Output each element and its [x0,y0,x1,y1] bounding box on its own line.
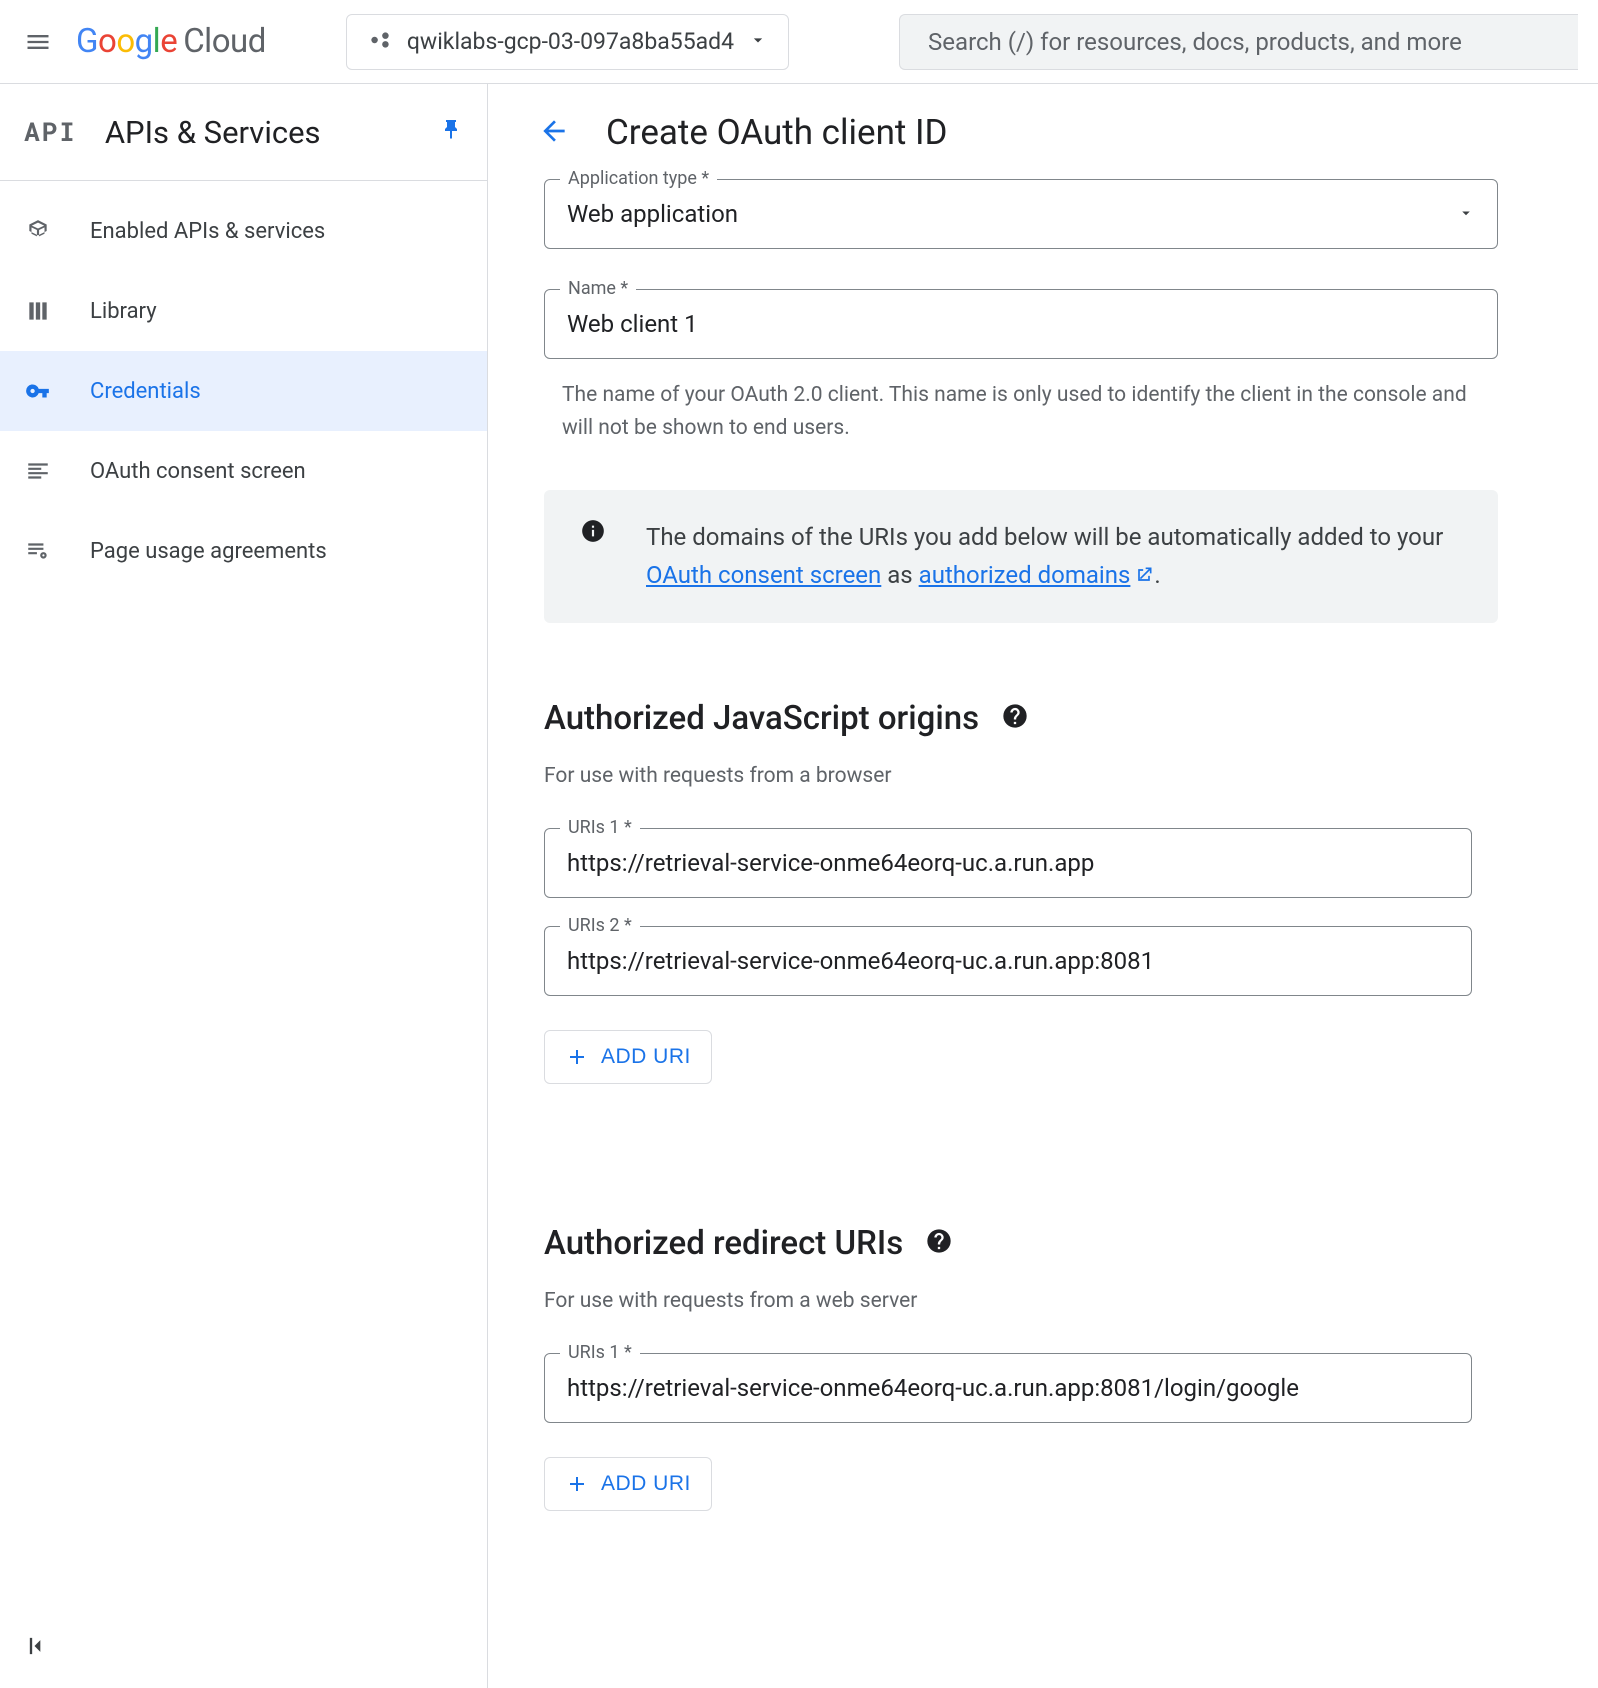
api-badge: API [24,115,77,149]
js-uri-2-field[interactable]: URIs 2 * https://retrieval-service-onme6… [544,926,1498,996]
content-header: Create OAuth client ID [488,84,1598,179]
hamburger-icon[interactable] [20,24,56,60]
application-type-field[interactable]: Application type * Web application [544,179,1498,249]
project-picker[interactable]: qwiklabs-gcp-03-097a8ba55ad4 [346,14,789,70]
back-arrow-icon[interactable] [538,115,570,151]
redirect-uri-1-field[interactable]: URIs 1 * https://retrieval-service-onme6… [544,1353,1498,1423]
info-icon [580,518,606,595]
sidebar-item-label: OAuth consent screen [90,459,306,484]
js-uri-1-label: URIs 1 * [560,817,640,838]
name-helper-text: The name of your OAuth 2.0 client. This … [544,369,1498,444]
redirect-sub: For use with requests from a web server [544,1289,1498,1313]
external-link-icon [1130,561,1154,589]
sidebar-title: APIs & Services [105,114,411,151]
search-placeholder: Search (/) for resources, docs, products… [928,28,1462,56]
google-cloud-logo[interactable]: GoogleCloud [76,22,266,61]
sidebar-item-page-usage[interactable]: Page usage agreements [0,511,487,591]
sidebar-item-label: Enabled APIs & services [90,219,325,244]
redirect-uri-1-label: URIs 1 * [560,1342,640,1363]
js-origins-heading: Authorized JavaScript origins [544,699,979,738]
add-js-uri-button[interactable]: ADD URI [544,1030,712,1084]
chevron-down-icon [748,30,768,54]
js-uri-2-value: https://retrieval-service-onme64eorq-uc.… [567,947,1154,975]
library-icon [24,298,52,324]
grid-icon [24,218,52,244]
sidebar-item-oauth-consent[interactable]: OAuth consent screen [0,431,487,511]
chevron-down-icon [1457,200,1475,228]
info-box: The domains of the URIs you add below wi… [544,490,1498,623]
js-origins-heading-row: Authorized JavaScript origins [544,699,1498,738]
pin-icon[interactable] [439,118,463,146]
sidebar-item-credentials[interactable]: Credentials [0,351,487,431]
settings-list-icon [24,538,52,564]
add-uri-label: ADD URI [601,1472,691,1496]
help-icon[interactable] [925,1227,953,1259]
sidebar-item-label: Credentials [90,379,201,404]
sidebar-item-label: Library [90,299,157,324]
add-uri-label: ADD URI [601,1045,691,1069]
js-origins-sub: For use with requests from a browser [544,764,1498,788]
topbar: GoogleCloud qwiklabs-gcp-03-097a8ba55ad4… [0,0,1598,84]
application-type-label: Application type * [560,168,717,189]
collapse-sidebar-button[interactable] [24,1632,52,1664]
js-uri-2-label: URIs 2 * [560,915,640,936]
info-text: The domains of the URIs you add below wi… [646,518,1462,595]
content: Create OAuth client ID Application type … [488,84,1598,1688]
application-type-value: Web application [567,200,738,228]
search-input[interactable]: Search (/) for resources, docs, products… [899,14,1578,70]
sidebar-item-library[interactable]: Library [0,271,487,351]
name-value: Web client 1 [567,310,698,338]
sidebar-item-label: Page usage agreements [90,539,327,564]
authorized-domains-link[interactable]: authorized domains [919,561,1155,589]
redirect-uri-1-value: https://retrieval-service-onme64eorq-uc.… [567,1374,1299,1402]
sidebar-header: API APIs & Services [0,84,487,181]
js-uri-1-value: https://retrieval-service-onme64eorq-uc.… [567,849,1094,877]
project-name: qwiklabs-gcp-03-097a8ba55ad4 [407,28,734,55]
name-label: Name * [560,278,636,299]
sidebar-item-enabled-apis[interactable]: Enabled APIs & services [0,191,487,271]
key-icon [24,378,52,404]
sidebar: API APIs & Services Enabled APIs & servi… [0,84,488,1688]
help-icon[interactable] [1001,702,1029,734]
consent-icon [24,458,52,484]
page-title: Create OAuth client ID [606,112,948,153]
redirect-heading-row: Authorized redirect URIs [544,1224,1498,1263]
sidebar-nav: Enabled APIs & services Library Credenti… [0,181,487,591]
form-area: Application type * Web application Name … [488,179,1548,1511]
project-icon [367,27,393,57]
redirect-heading: Authorized redirect URIs [544,1224,903,1263]
oauth-consent-link[interactable]: OAuth consent screen [646,561,881,589]
add-redirect-uri-button[interactable]: ADD URI [544,1457,712,1511]
js-uri-1-field[interactable]: URIs 1 * https://retrieval-service-onme6… [544,828,1498,898]
name-field[interactable]: Name * Web client 1 [544,289,1498,359]
